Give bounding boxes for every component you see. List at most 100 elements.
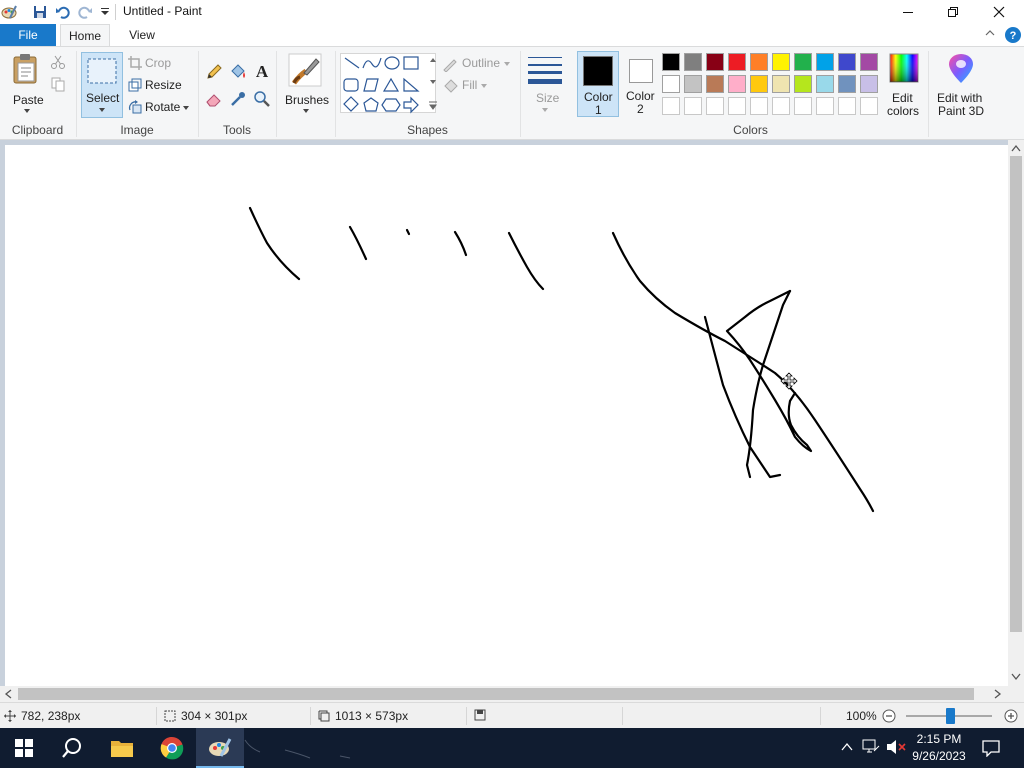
outline-dropdown-icon [504, 62, 510, 66]
clock-time[interactable]: 2:15 PM [904, 732, 974, 746]
chevron-up-icon [841, 742, 853, 751]
vertical-scroll-thumb[interactable] [1010, 156, 1022, 632]
paint3d-icon [949, 54, 973, 83]
scroll-left-icon[interactable] [4, 689, 12, 699]
fill-button[interactable]: Fill [442, 77, 502, 95]
palette-swatch[interactable] [794, 53, 812, 71]
vertical-scrollbar[interactable] [1008, 140, 1024, 686]
palette-swatch[interactable] [706, 75, 724, 93]
crop-icon [128, 56, 142, 70]
palette-swatch[interactable] [816, 53, 834, 71]
palette-swatch[interactable] [750, 75, 768, 93]
custom-color-slot[interactable] [662, 97, 680, 115]
zoom-in-button[interactable] [1004, 709, 1018, 726]
paint-app-icon[interactable] [0, 3, 18, 21]
shapes-gallery[interactable] [340, 53, 437, 114]
network-icon[interactable] [862, 739, 880, 758]
brushes-button[interactable]: Brushes [283, 51, 329, 117]
zoom-level: 100% [846, 709, 877, 723]
text-icon[interactable]: A [253, 62, 271, 83]
color-picker-icon[interactable] [229, 90, 247, 111]
shapes-icons [343, 56, 437, 114]
horizontal-scroll-thumb[interactable] [18, 688, 974, 700]
clock-date[interactable]: 9/26/2023 [904, 749, 974, 763]
undo-icon[interactable] [54, 3, 72, 21]
redo-icon[interactable] [76, 3, 94, 21]
copy-icon[interactable] [50, 76, 66, 95]
scroll-right-icon[interactable] [994, 689, 1002, 699]
start-button[interactable] [0, 728, 48, 768]
horizontal-scrollbar[interactable] [0, 686, 1008, 702]
palette-swatch[interactable] [838, 53, 856, 71]
help-icon[interactable]: ? [1004, 26, 1022, 47]
fill-bucket-icon[interactable] [229, 63, 247, 84]
scroll-down-icon[interactable] [1011, 673, 1021, 681]
edit-with-paint3d-button[interactable]: Edit with Paint 3D [933, 51, 989, 118]
eraser-icon[interactable] [205, 90, 223, 111]
palette-swatch[interactable] [794, 75, 812, 93]
collapse-ribbon-icon[interactable] [984, 27, 996, 42]
custom-color-slot[interactable] [838, 97, 856, 115]
colors-group-label: Colors [733, 123, 768, 137]
taskbar-file-explorer[interactable] [98, 728, 146, 768]
save-icon[interactable] [31, 3, 49, 21]
rotate-button[interactable]: Rotate [128, 99, 190, 117]
close-button[interactable] [976, 0, 1022, 24]
show-hidden-icons-button[interactable] [840, 740, 854, 757]
palette-swatch[interactable] [728, 53, 746, 71]
zoom-slider-thumb[interactable] [946, 708, 955, 724]
taskbar-paint[interactable] [196, 728, 244, 768]
palette-swatch[interactable] [772, 53, 790, 71]
resize-button[interactable]: Resize [128, 77, 188, 95]
custom-color-slot[interactable] [684, 97, 702, 115]
palette-swatch[interactable] [662, 53, 680, 71]
palette-swatch[interactable] [860, 53, 878, 71]
tab-file[interactable]: File [0, 24, 56, 46]
magnifier-icon[interactable] [253, 90, 271, 111]
clipboard-group-label: Clipboard [11, 123, 64, 137]
volume-muted-icon[interactable] [886, 739, 906, 758]
palette-swatch[interactable] [838, 75, 856, 93]
palette-swatch[interactable] [816, 75, 834, 93]
scroll-up-icon[interactable] [1011, 144, 1021, 152]
restore-button[interactable] [930, 0, 976, 24]
palette-swatch[interactable] [772, 75, 790, 93]
taskbar-chrome[interactable] [148, 728, 196, 768]
drawing-canvas[interactable] [5, 145, 1008, 686]
custom-color-slot[interactable] [860, 97, 878, 115]
outline-button[interactable]: Outline [442, 55, 514, 73]
zoom-out-button[interactable] [882, 709, 896, 726]
cut-icon[interactable] [50, 54, 66, 73]
custom-color-slot[interactable] [728, 97, 746, 115]
customize-quick-access-icon[interactable] [96, 3, 114, 21]
svg-text:A: A [256, 62, 269, 80]
scrollbar-corner [1008, 686, 1024, 702]
custom-color-slot[interactable] [772, 97, 790, 115]
minimize-button[interactable] [885, 0, 931, 24]
action-center-button[interactable] [982, 739, 1000, 760]
pencil-icon[interactable] [205, 63, 223, 84]
custom-color-slot[interactable] [750, 97, 768, 115]
tab-home[interactable]: Home [60, 24, 110, 47]
shapes-group-label: Shapes [407, 123, 448, 137]
color1-button[interactable]: Color 1 [577, 51, 619, 117]
custom-color-slot[interactable] [816, 97, 834, 115]
paste-button[interactable]: Paste [6, 51, 46, 117]
palette-swatch[interactable] [684, 75, 702, 93]
edit-colors-button[interactable]: Edit colors [884, 51, 924, 118]
palette-swatch[interactable] [728, 75, 746, 93]
palette-swatch[interactable] [860, 75, 878, 93]
crop-button[interactable]: Crop [128, 55, 188, 73]
tab-view[interactable]: View [120, 24, 164, 46]
paste-label: Paste [13, 93, 44, 107]
palette-swatch[interactable] [684, 53, 702, 71]
size-button[interactable]: Size [526, 53, 564, 119]
search-button[interactable] [48, 728, 96, 768]
palette-swatch[interactable] [750, 53, 768, 71]
select-button[interactable]: Select [81, 52, 123, 118]
palette-swatch[interactable] [706, 53, 724, 71]
color2-button[interactable]: Color 2 [622, 51, 660, 117]
custom-color-slot[interactable] [706, 97, 724, 115]
custom-color-slot[interactable] [794, 97, 812, 115]
palette-swatch[interactable] [662, 75, 680, 93]
